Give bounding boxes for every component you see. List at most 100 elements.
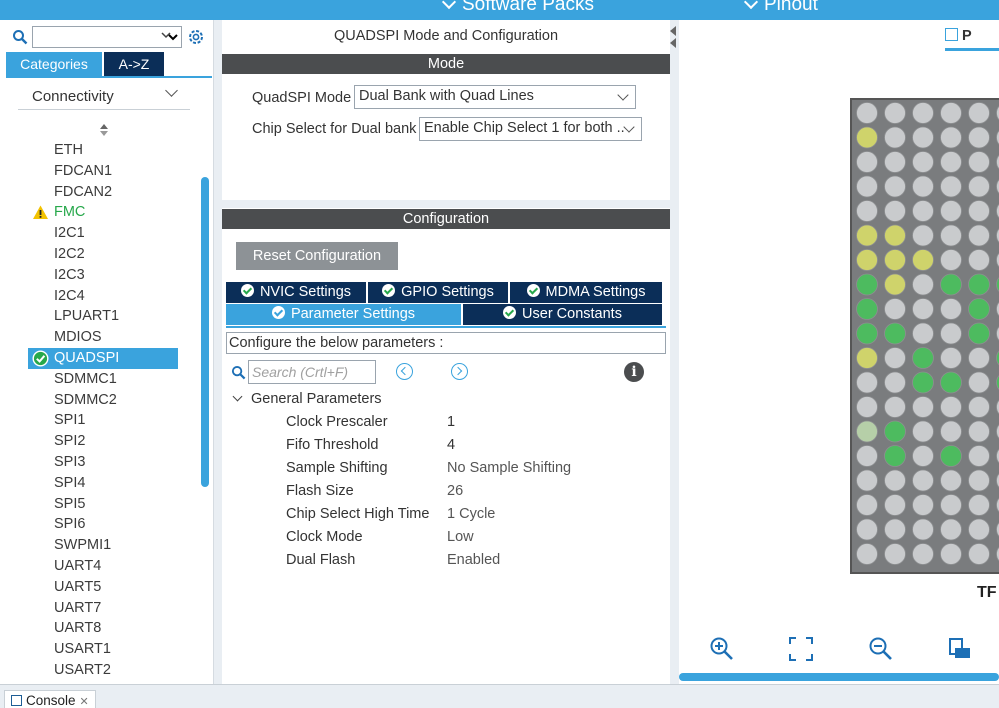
close-icon[interactable]: ✕ [80,696,89,708]
pin-pad[interactable] [856,126,878,149]
pin-pad[interactable] [968,224,990,247]
list-item[interactable]: MDIOS [28,327,178,348]
category-group-connectivity[interactable]: Connectivity [18,82,190,110]
pin-pad[interactable] [912,518,934,541]
pin-pad[interactable] [884,396,906,418]
pin-pad[interactable] [968,126,990,149]
pin-pad[interactable] [940,469,962,492]
pin-pad[interactable] [968,518,990,541]
pin-pad[interactable] [912,469,934,492]
tab-pinout-view[interactable]: P [945,28,972,44]
pin-pad[interactable] [856,371,878,394]
parameter-search-input[interactable]: Search (Crtl+F) [248,360,376,384]
list-item[interactable]: FDCAN2 [28,182,178,203]
software-packs-menu[interactable]: Software Packs [441,0,594,16]
pin-pad[interactable] [884,543,906,565]
pin-pad[interactable] [856,151,878,173]
pin-pad[interactable] [968,151,990,173]
list-item[interactable]: I2C2 [28,244,178,265]
panel-splitter[interactable] [670,20,678,684]
parameter-row[interactable]: Chip Select High Time 1 Cycle [286,506,666,529]
pin-pad[interactable] [884,347,906,369]
list-item[interactable]: ETH [28,140,178,161]
tab-a-to-z[interactable]: A->Z [104,52,164,76]
pin-pad[interactable] [940,543,962,565]
pin-pad[interactable] [912,445,934,467]
tab-gpio-settings[interactable]: GPIO Settings [368,282,508,303]
list-item[interactable]: SDMMC2 [28,390,178,411]
collapse-arrow-icon[interactable] [670,26,676,36]
pin-pad[interactable] [884,151,906,173]
gear-icon[interactable] [186,27,206,47]
pin-pad[interactable] [968,347,990,369]
pin-pad[interactable] [884,126,906,149]
pin-pad[interactable] [856,175,878,198]
list-item[interactable]: I2C3 [28,265,178,286]
tab-parameter-settings[interactable]: Parameter Settings [226,304,461,325]
pin-pad[interactable] [940,347,962,369]
pin-pad[interactable] [912,175,934,198]
export-image-icon[interactable] [947,636,973,662]
parameter-value[interactable]: 1 Cycle [447,506,495,522]
pin-pad[interactable] [968,322,990,345]
tab-categories[interactable]: Categories [6,52,102,76]
pin-pad[interactable] [856,200,878,222]
list-item[interactable]: UART5 [28,577,178,598]
pin-pad[interactable] [912,200,934,222]
list-item[interactable]: QUADSPI [28,347,178,369]
list-item[interactable]: SPI1 [28,410,178,431]
fit-to-screen-icon[interactable] [788,636,814,662]
pin-pad[interactable] [884,371,906,394]
parameter-value[interactable]: No Sample Shifting [447,460,571,476]
parameter-value[interactable]: Low [447,529,474,545]
list-item[interactable]: SPI4 [28,473,178,494]
pin-pad[interactable] [912,151,934,173]
list-item[interactable]: UART8 [28,618,178,639]
pin-pad[interactable] [912,273,934,296]
list-item[interactable]: UART4 [28,556,178,577]
pinout-menu[interactable]: Pinout [743,0,818,16]
pin-pad[interactable] [912,371,934,394]
next-match-icon[interactable] [451,363,468,380]
parameter-value[interactable]: 26 [447,483,463,499]
pin-pad[interactable] [856,518,878,541]
general-parameters-group[interactable]: General Parameters [232,391,382,407]
reset-configuration-button[interactable]: Reset Configuration [236,242,398,270]
pin-pad[interactable] [968,420,990,443]
list-item[interactable]: I2C4 [28,286,178,307]
pin-pad[interactable] [912,396,934,418]
pin-pad[interactable] [968,298,990,320]
horizontal-scrollbar[interactable] [679,673,999,681]
pin-pad[interactable] [884,420,906,443]
pin-pad[interactable] [940,322,962,345]
tab-user-constants[interactable]: User Constants [463,304,662,325]
pin-pad[interactable] [856,543,878,565]
pin-pad[interactable] [940,273,962,296]
pin-pad[interactable] [940,151,962,173]
pin-pad[interactable] [968,273,990,296]
list-item[interactable]: SWPMI1 [28,535,178,556]
pin-pad[interactable] [940,396,962,418]
pin-pad[interactable] [856,322,878,345]
tab-nvic-settings[interactable]: NVIC Settings [226,282,366,303]
pin-pad[interactable] [940,126,962,149]
pin-pad[interactable] [912,347,934,369]
pin-pad[interactable] [940,249,962,271]
pin-pad[interactable] [968,249,990,271]
parameter-value[interactable]: Enabled [447,552,500,568]
pin-pad[interactable] [884,518,906,541]
parameter-value[interactable]: 1 [447,414,455,430]
pin-pad[interactable] [856,224,878,247]
pin-pad[interactable] [940,518,962,541]
pin-pad[interactable] [856,445,878,467]
pin-pad[interactable] [940,494,962,516]
pin-pad[interactable] [912,224,934,247]
pin-pad[interactable] [968,175,990,198]
list-item[interactable]: FMC [28,202,178,223]
pin-pad[interactable] [940,175,962,198]
pin-pad[interactable] [856,396,878,418]
pin-pad[interactable] [856,273,878,296]
parameter-row[interactable]: Dual Flash Enabled [286,552,666,575]
parameter-value[interactable]: 4 [447,437,455,453]
pin-pad[interactable] [912,322,934,345]
